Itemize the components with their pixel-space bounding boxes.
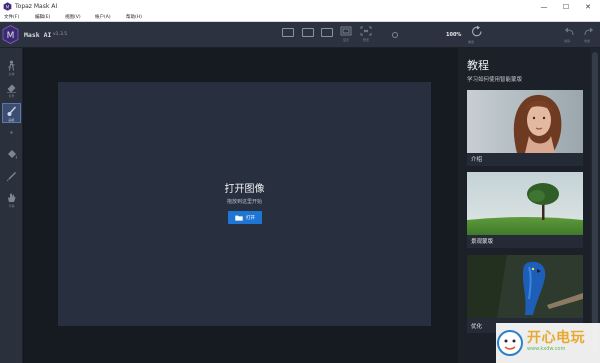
watermark-url: www.kxdw.com: [527, 346, 566, 352]
sidebar-item-hand[interactable]: 平移: [2, 190, 21, 210]
open-button[interactable]: 打开: [228, 211, 262, 224]
paint-bucket-icon: [8, 150, 17, 159]
preview-label: 预览: [362, 38, 369, 42]
landscape-thumbnail: [467, 172, 583, 235]
portrait-thumbnail: [467, 90, 583, 153]
open-image-title: 打开图像: [224, 184, 265, 195]
eyedropper-icon: [6, 172, 16, 182]
svg-text:M: M: [7, 31, 15, 41]
brush-icon: [7, 106, 17, 116]
redo-label: 重做: [584, 39, 591, 43]
close-button[interactable]: ✕: [577, 0, 599, 13]
menu-file[interactable]: 文件(F): [4, 14, 19, 20]
redo-icon[interactable]: [584, 27, 594, 36]
hand-icon: [8, 193, 16, 202]
app-name: Mask AI: [24, 31, 52, 39]
tutorial-subheading: 学习如何使用智能蒙版: [467, 77, 523, 83]
reset-label: 重置: [468, 40, 475, 44]
tutorial-caption-intro: 介绍: [471, 157, 483, 163]
window-title: Topaz Mask AI: [15, 3, 58, 10]
menu-bar: 文件(F) 编辑(E) 视图(V) 帐户(A) 帮助(H): [0, 13, 600, 22]
side-by-side-button[interactable]: [321, 28, 333, 37]
sidebar-item-small[interactable]: [2, 125, 21, 145]
person-icon: [8, 60, 15, 71]
zoom-level[interactable]: 100%: [446, 32, 461, 38]
tutorial-card-landscape[interactable]: 景观蒙版: [467, 172, 583, 248]
zoom-fit-icon[interactable]: [392, 32, 398, 38]
show-label: 显示: [342, 38, 349, 42]
tutorial-card-refine[interactable]: 优化: [467, 255, 583, 333]
parrot-thumbnail: [467, 255, 583, 318]
maximize-button[interactable]: ☐: [555, 0, 577, 13]
dot-icon: [10, 131, 13, 134]
sidebar-item-brush[interactable]: 画笔: [2, 103, 21, 123]
menu-account[interactable]: 帐户(A): [95, 14, 111, 20]
sidebar-item-fill[interactable]: [2, 147, 21, 167]
tutorial-card-intro[interactable]: 介绍: [467, 90, 583, 166]
show-mask-icon[interactable]: [340, 26, 352, 36]
tutorial-heading: 教程: [467, 59, 489, 72]
sidebar-label-hand: 平移: [8, 204, 15, 208]
single-view-button[interactable]: [282, 28, 294, 37]
watermark-brand: 开心电玩: [527, 330, 585, 346]
app-badge-icon: M: [2, 25, 19, 44]
undo-label: 撤销: [564, 39, 571, 43]
open-button-label: 打开: [246, 215, 255, 221]
title-bar: M Topaz Mask AI — ☐ ✕: [0, 0, 600, 13]
reset-icon[interactable]: [471, 25, 483, 38]
menu-help[interactable]: 帮助(H): [126, 14, 142, 20]
minimize-button[interactable]: —: [533, 0, 555, 13]
app-logo-icon: M: [3, 2, 12, 11]
sidebar-item-dropper[interactable]: [2, 169, 21, 189]
svg-text:M: M: [6, 4, 10, 10]
eraser-icon: [7, 84, 16, 93]
folder-icon: [235, 215, 243, 221]
drop-hint: 拖放到这里开始: [226, 199, 262, 205]
sidebar-label-eraser: 背景: [8, 94, 15, 98]
toolbar: M Mask AI v1.3.5 显示 预览: [0, 22, 600, 48]
tutorial-caption-landscape: 景观蒙版: [471, 239, 494, 245]
preview-icon[interactable]: [360, 26, 372, 36]
sidebar-item-eraser[interactable]: 背景: [2, 80, 21, 100]
split-view-button[interactable]: [302, 28, 314, 37]
undo-icon[interactable]: [564, 27, 574, 36]
menu-edit[interactable]: 编辑(E): [35, 14, 50, 20]
menu-view[interactable]: 视图(V): [65, 14, 81, 20]
tutorial-caption-refine: 优化: [471, 324, 483, 330]
sidebar-label-subject: 主体: [8, 72, 15, 76]
app-window: M Topaz Mask AI — ☐ ✕ 文件(F) 编辑(E) 视图(V) …: [0, 0, 600, 363]
sidebar-label-brush: 画笔: [8, 118, 15, 122]
sidebar-item-subject[interactable]: 主体: [2, 58, 21, 78]
app-version: v1.3.5: [53, 32, 68, 37]
scrollbar-thumb[interactable]: [592, 52, 598, 352]
